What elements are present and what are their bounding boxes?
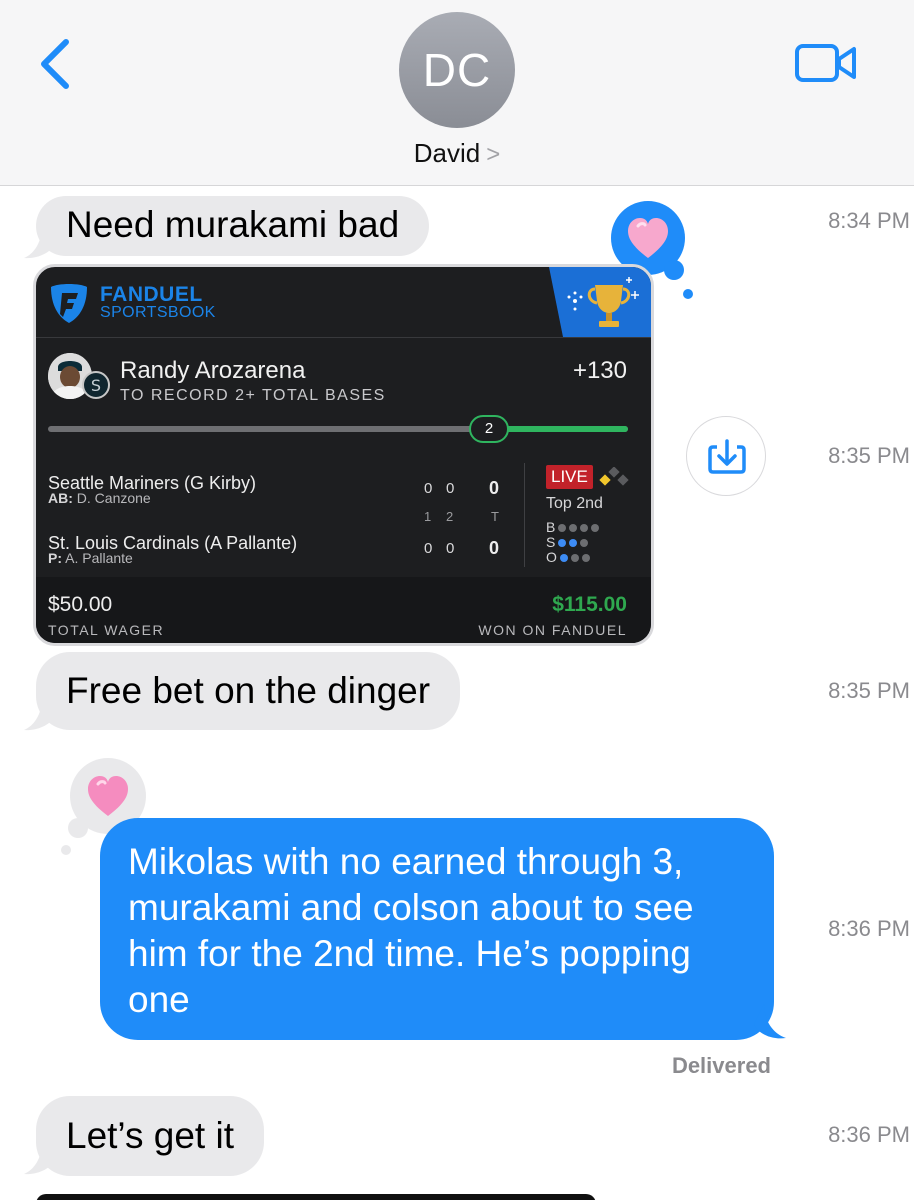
delivery-status: Delivered (671, 1053, 771, 1078)
sub-label: P: (48, 550, 62, 566)
count-dot (559, 554, 568, 563)
count-dot (569, 524, 578, 533)
home-score-inning-1: 0 (424, 480, 433, 497)
trophy-icon (549, 267, 651, 337)
away-score-inning-2: 0 (446, 540, 455, 557)
conversation-header: DC David > (0, 0, 914, 186)
next-attachment-preview[interactable] (36, 1194, 596, 1200)
outs-label: O (546, 549, 557, 565)
home-score-inning-2: 0 (446, 480, 455, 497)
wager-label: TOTAL WAGER (48, 622, 165, 638)
home-team-sub: AB: D. Canzone (48, 490, 151, 506)
count-dot (570, 554, 579, 563)
inning-status: Top 2nd (546, 495, 603, 512)
won-label: WON ON FANDUEL (478, 622, 627, 638)
message-bubble[interactable]: Need murakami bad (36, 196, 430, 256)
divider (36, 337, 651, 338)
won-amount: $115.00 (552, 593, 627, 616)
away-team-sub: P: A. Pallante (48, 550, 133, 566)
ball-dots (555, 519, 600, 535)
timestamp: 8:36 PM (828, 916, 910, 941)
avatar[interactable]: DC (399, 12, 515, 128)
message-bubble[interactable]: Free bet on the dinger (36, 652, 461, 730)
video-camera-icon[interactable] (794, 42, 860, 84)
count-dot (558, 524, 567, 533)
message-text: Need murakami bad (66, 204, 400, 245)
count-dot (591, 524, 600, 533)
strikes-label: S (546, 534, 556, 550)
message-text: Free bet on the dinger (66, 670, 431, 711)
batter-name: D. Canzone (76, 490, 151, 506)
timestamp: 8:36 PM (828, 1122, 910, 1147)
out-dots (557, 549, 590, 565)
message-text: Mikolas with no earned through 3, muraka… (128, 841, 694, 1020)
timestamp: 8:35 PM (828, 678, 910, 703)
brand-subtitle: SPORTSBOOK (100, 304, 216, 321)
inning-header-1: 1 (424, 509, 432, 524)
count-dot (581, 554, 590, 563)
message-bubble[interactable]: Let’s get it (36, 1096, 264, 1176)
count-dot (580, 524, 589, 533)
progress-marker: 2 (469, 415, 509, 443)
bubble-tail (24, 226, 54, 259)
progress-track (48, 426, 628, 432)
count-dot (580, 539, 589, 548)
progress-fill (489, 426, 628, 432)
inning-header-total: T (491, 509, 499, 524)
wager-amount: $50.00 (48, 593, 113, 616)
bubble-tail (24, 1142, 54, 1175)
svg-text:S: S (91, 376, 101, 395)
chevron-left-icon[interactable] (36, 36, 76, 92)
balls-count: B (546, 519, 600, 535)
odds: +130 (572, 357, 627, 384)
player-name: Randy Arozarena (120, 357, 306, 384)
strike-dots (555, 534, 589, 550)
pitcher-name: A. Pallante (65, 550, 133, 566)
fanduel-shield-icon (51, 284, 87, 323)
balls-label: B (546, 519, 556, 535)
fanduel-bet-card[interactable]: FANDUEL SPORTSBOOK S Randy Arozarena TO … (33, 264, 654, 646)
prop-description: TO RECORD 2+ TOTAL BASES (120, 387, 386, 404)
strikes-count: S (546, 534, 589, 550)
bubble-tail (754, 1004, 786, 1039)
contact-name: David (413, 138, 481, 168)
mariners-logo-icon: S (82, 371, 110, 399)
message-text: Let’s get it (66, 1115, 234, 1156)
away-score-inning-1: 0 (424, 540, 433, 557)
chevron-right-icon: > (486, 141, 501, 168)
outs-count: O (546, 549, 590, 565)
bubble-tail (24, 698, 54, 731)
timestamp: 8:35 PM (828, 443, 910, 468)
sub-label: AB: (48, 490, 73, 506)
contact-name-button[interactable]: David > (0, 138, 914, 169)
save-download-icon (708, 439, 746, 474)
bases-diamond-icon (599, 467, 629, 486)
timestamp: 8:34 PM (828, 208, 910, 233)
home-score-total: 0 (489, 478, 500, 498)
message-bubble-sent[interactable]: Mikolas with no earned through 3, muraka… (100, 818, 774, 1040)
away-score-total: 0 (489, 538, 500, 558)
count-dot (569, 539, 578, 548)
count-dot (558, 539, 567, 548)
card-topbar: FANDUEL SPORTSBOOK (36, 267, 651, 337)
divider (524, 463, 525, 567)
live-badge: LIVE (546, 465, 593, 489)
save-image-button[interactable] (686, 416, 766, 496)
card-footer: $50.00 TOTAL WAGER $115.00 WON ON FANDUE… (36, 577, 651, 643)
inning-header-2: 2 (446, 509, 454, 524)
